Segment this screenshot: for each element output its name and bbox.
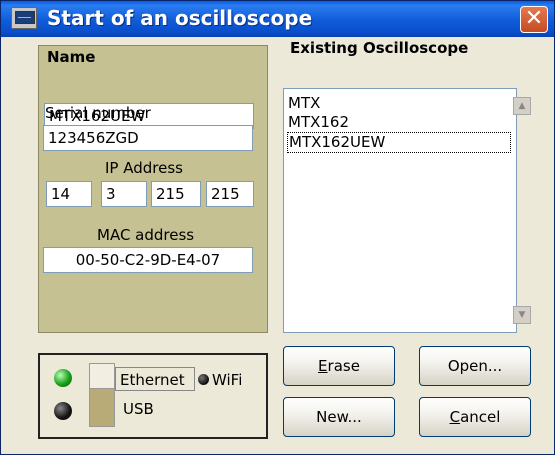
cancel-accel: C: [449, 408, 461, 426]
cancel-button[interactable]: Cancel: [419, 397, 531, 437]
ethernet-option[interactable]: Ethernet: [120, 371, 185, 389]
ip-octet-2-field[interactable]: 3: [101, 181, 147, 207]
serial-number-field[interactable]: 123456ZGD: [43, 125, 253, 151]
list-item-selected[interactable]: MTX162UEW: [287, 132, 511, 153]
mac-address-label: MAC address: [97, 226, 195, 244]
serial-number-label: Serial number: [45, 104, 151, 122]
title-bar[interactable]: Start of an oscilloscope ✕: [1, 1, 554, 37]
connection-type-panel: Ethernet USB WiFi: [38, 353, 268, 439]
mac-address-field[interactable]: 00-50-C2-9D-E4-07: [43, 247, 253, 273]
close-button[interactable]: ✕: [520, 6, 548, 33]
erase-rest: rase: [327, 357, 360, 375]
existing-oscilloscope-list[interactable]: MTX MTX162 MTX162UEW: [283, 88, 517, 333]
name-label: Name: [47, 48, 96, 66]
oscilloscope-app-icon: [11, 7, 37, 29]
usb-option[interactable]: USB: [123, 400, 154, 418]
list-item[interactable]: MTX: [288, 94, 320, 113]
existing-oscilloscope-label: Existing Oscilloscope: [290, 39, 469, 57]
dialog-window: Start of an oscilloscope ✕ Name MTX162UE…: [0, 0, 555, 455]
ip-octet-1-field[interactable]: 14: [46, 181, 92, 207]
cancel-rest: ancel: [460, 408, 501, 426]
connection-toggle-switch[interactable]: [89, 363, 115, 427]
ip-octet-4-field[interactable]: 215: [206, 181, 254, 207]
list-item[interactable]: MTX162: [288, 113, 349, 132]
scroll-down-arrow-icon[interactable]: ▼: [513, 306, 531, 324]
wifi-option[interactable]: WiFi: [212, 371, 242, 389]
usb-status-led-icon: [54, 402, 72, 420]
scroll-up-arrow-icon[interactable]: ▲: [513, 97, 531, 115]
window-title: Start of an oscilloscope: [47, 6, 313, 30]
wifi-radio-icon[interactable]: [198, 374, 209, 385]
erase-accel: E: [318, 357, 328, 375]
ip-octet-3-field[interactable]: 215: [151, 181, 201, 207]
new-button[interactable]: New...: [283, 397, 395, 437]
open-button[interactable]: Open...: [419, 346, 531, 386]
ethernet-status-led-icon: [54, 369, 72, 387]
ip-address-label: IP Address: [105, 159, 183, 177]
erase-button[interactable]: Erase: [283, 346, 395, 386]
